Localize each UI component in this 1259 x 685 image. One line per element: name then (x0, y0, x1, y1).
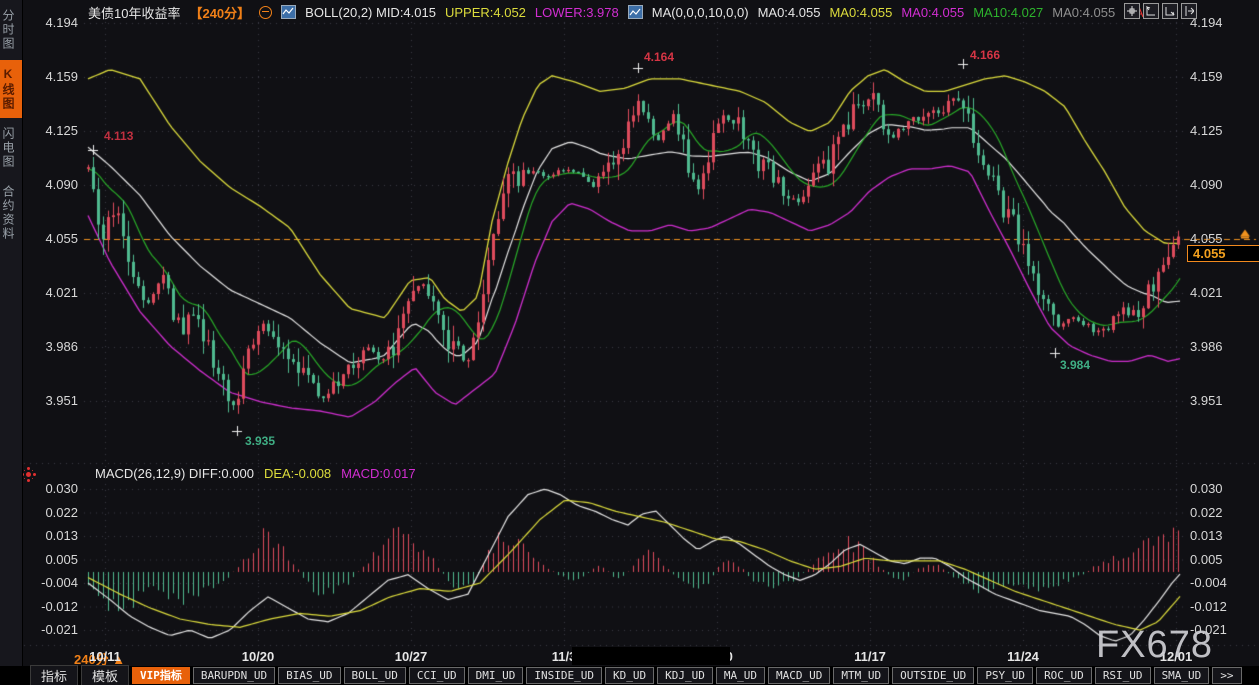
axis-tick: -0.012 (30, 599, 78, 614)
ma-value: MA0:4.055 (829, 5, 892, 20)
toolbar-item-INSIDE_UD[interactable]: INSIDE_UD (526, 667, 602, 684)
pan-icon[interactable] (1124, 3, 1140, 19)
date-tick: 10/20 (242, 649, 275, 664)
toolbar-item-KD_UD[interactable]: KD_UD (605, 667, 654, 684)
toolbar-item-VIP指标[interactable]: VIP指标 (132, 667, 190, 684)
toolbar-item-MA_UD[interactable]: MA_UD (716, 667, 765, 684)
axis-tick: 4.055 (1190, 231, 1223, 246)
toolbar-item-BIAS_UD[interactable]: BIAS_UD (278, 667, 340, 684)
toolbar-item-RSI_UD[interactable]: RSI_UD (1095, 667, 1151, 684)
macd-header: MACD(26,12,9) DIFF:0.000 DEA:-0.008 MACD… (95, 466, 416, 481)
axis-tick: 0.005 (1190, 552, 1223, 567)
boll-lower-value: LOWER:3.978 (535, 5, 619, 20)
collapse-icon[interactable] (259, 6, 272, 19)
toolbar-item->>[interactable]: >> (1212, 667, 1241, 684)
axis-tick: 3.986 (1190, 339, 1223, 354)
sidebar-item-K线图[interactable]: K线图 (0, 60, 22, 118)
axis-tick: 3.951 (1190, 393, 1223, 408)
ma-value: MA0:4.055 (901, 5, 964, 20)
price-callout: 4.166 (970, 48, 1000, 62)
axis-tick: 4.159 (1190, 69, 1223, 84)
last-price-tag: 4.055 (1187, 245, 1259, 262)
macd-macd-value: MACD:0.017 (341, 466, 415, 481)
axis-tick: 0.005 (30, 552, 78, 567)
axis-tick: 4.194 (30, 15, 78, 30)
axis-tick: 0.030 (30, 481, 78, 496)
scale-left-icon[interactable] (1143, 3, 1159, 19)
date-tick: 10/11 (89, 649, 121, 664)
price-callout: 4.113 (104, 129, 133, 143)
price-callout: 3.935 (245, 434, 275, 448)
axis-tick: 4.021 (1190, 285, 1223, 300)
indicator-header: 美债10年收益率 【240分】 BOLL(20,2) MID:4.015 UPP… (88, 4, 1155, 20)
boll-chart-icon[interactable] (281, 5, 296, 19)
axis-tick: 4.159 (30, 69, 78, 84)
left-sidebar: 分时图K线图闪电图合约资料 (0, 0, 23, 685)
ma-value: MA0:4.055 (758, 5, 821, 20)
axis-tick: 0.030 (1190, 481, 1223, 496)
toolbar-item-MACD_UD[interactable]: MACD_UD (768, 667, 830, 684)
indicator-toolbar: 指标模板VIP指标BARUPDN_UDBIAS_UDBOLL_UDCCI_UDD… (0, 666, 1259, 685)
axis-tick: 4.090 (1190, 177, 1223, 192)
scale-right-icon[interactable] (1162, 3, 1178, 19)
chart-tool-buttons (1124, 3, 1197, 19)
axis-tick: 4.055 (30, 231, 78, 246)
axis-tick: -0.004 (30, 575, 78, 590)
axis-tick: 3.951 (30, 393, 78, 408)
axis-tick: 4.021 (30, 285, 78, 300)
trading-terminal: 分时图K线图闪电图合约资料 美债10年收益率 【240分】 BOLL(20,2)… (0, 0, 1259, 685)
time-axis: 240分 ▲ 10/1110/2010/2711/311/1011/1711/2… (0, 647, 1259, 666)
macd-label: MACD(26,12,9) DIFF:0.000 (95, 466, 254, 481)
ma-chart-icon[interactable] (628, 5, 643, 19)
toolbar-item-模板[interactable]: 模板 (81, 665, 129, 685)
date-tick: 10/27 (395, 649, 428, 664)
axis-tick: 0.013 (1190, 528, 1223, 543)
toolbar-item-BOLL_UD[interactable]: BOLL_UD (344, 667, 406, 684)
date-tick: 11/17 (854, 649, 886, 664)
shift-right-icon[interactable] (1181, 3, 1197, 19)
toolbar-item-BARUPDN_UD[interactable]: BARUPDN_UD (193, 667, 275, 684)
axis-tick: 0.022 (1190, 505, 1223, 520)
axis-tick: -0.004 (1190, 575, 1227, 590)
ma-value: MA10:4.027 (973, 5, 1043, 20)
toolbar-item-KDJ_UD[interactable]: KDJ_UD (657, 667, 713, 684)
toolbar-item-DMI_UD[interactable]: DMI_UD (468, 667, 524, 684)
axis-tick: -0.021 (30, 622, 78, 637)
axis-tick: 0.022 (30, 505, 78, 520)
tooltip-overlay (572, 647, 730, 665)
axis-tick: 0.013 (30, 528, 78, 543)
toolbar-item-OUTSIDE_UD[interactable]: OUTSIDE_UD (892, 667, 974, 684)
fx678-watermark: FX678 (1096, 624, 1213, 667)
toolbar-item-SMA_UD[interactable]: SMA_UD (1154, 667, 1210, 684)
toolbar-item-ROC_UD[interactable]: ROC_UD (1036, 667, 1092, 684)
price-callout: 3.984 (1060, 358, 1090, 372)
ma-values: MA0:4.055 MA0:4.055 MA0:4.055 MA10:4.027 MA0… (758, 5, 1155, 20)
ma-label: MA(0,0,0,10,0,0) (652, 5, 749, 20)
axis-tick: 4.125 (1190, 123, 1223, 138)
toolbar-item-指标[interactable]: 指标 (30, 665, 78, 685)
toolbar-item-CCI_UD[interactable]: CCI_UD (409, 667, 465, 684)
boll-label: BOLL(20,2) MID:4.015 (305, 5, 436, 20)
toolbar-item-MTM_UD[interactable]: MTM_UD (833, 667, 889, 684)
macd-dea-value: DEA:-0.008 (264, 466, 331, 481)
sidebar-item-合约资料[interactable]: 合约资料 (0, 178, 22, 248)
sidebar-item-分时图[interactable]: 分时图 (0, 2, 22, 58)
date-tick: 11/24 (1007, 649, 1039, 664)
ma-value: MA0:4.055 (1052, 5, 1115, 20)
axis-tick: 4.125 (30, 123, 78, 138)
toolbar-item-PSY_UD[interactable]: PSY_UD (977, 667, 1033, 684)
instrument-title: 美债10年收益率 (88, 3, 180, 22)
chart-canvas[interactable] (0, 0, 1259, 685)
boll-upper-value: UPPER:4.052 (445, 5, 526, 20)
sidebar-item-闪电图[interactable]: 闪电图 (0, 120, 22, 176)
axis-tick: 4.090 (30, 177, 78, 192)
period-label[interactable]: 【240分】 (189, 3, 250, 22)
axis-tick: 3.986 (30, 339, 78, 354)
macd-settings-icon[interactable] (26, 472, 31, 477)
axis-tick: -0.012 (1190, 599, 1227, 614)
price-callout: 4.164 (644, 50, 674, 64)
